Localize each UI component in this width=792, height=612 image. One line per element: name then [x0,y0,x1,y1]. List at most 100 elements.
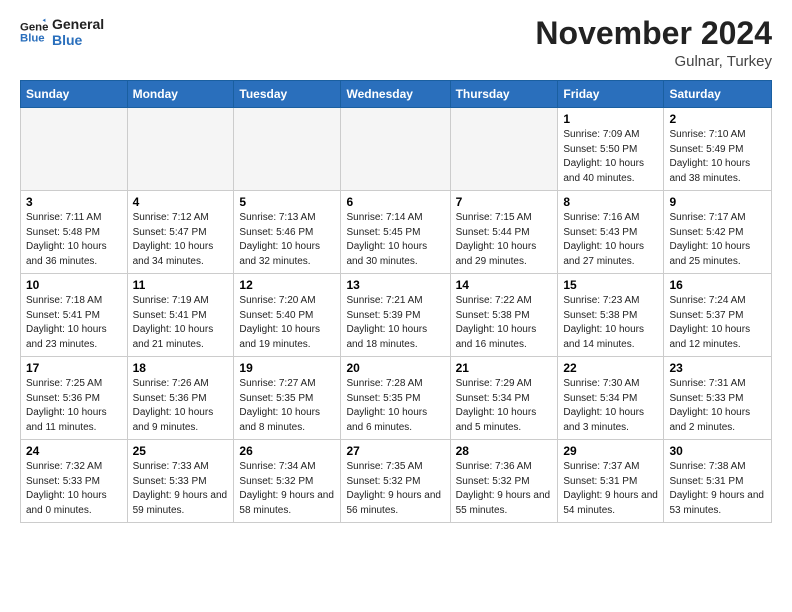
logo: General Blue General Blue [20,16,104,48]
title-block: November 2024 Gulnar, Turkey [535,16,772,70]
day-number: 24 [26,444,122,458]
day-number: 12 [239,278,335,292]
table-row [234,108,341,191]
table-row: 28 Sunrise: 7:36 AMSunset: 5:32 PMDayligh… [450,440,558,523]
logo-icon: General Blue [20,18,48,46]
table-row: 30Sunrise: 7:38 AMSunset: 5:31 PMDayligh… [664,440,772,523]
table-row: 22Sunrise: 7:30 AMSunset: 5:34 PMDayligh… [558,357,664,440]
day-info: Sunrise: 7:25 AMSunset: 5:36 PMDaylight:… [26,377,122,435]
logo-line2: Blue [52,32,104,48]
day-number: 6 [346,195,444,209]
col-header-tuesday: Tuesday [234,81,341,108]
week-row-2: 3 Sunrise: 7:11 AMSunset: 5:48 PMDaylight… [21,191,772,274]
day-info: Sunrise: 7:21 AMSunset: 5:39 PMDaylight:… [346,294,444,352]
day-info: Sunrise: 7:27 AMSunset: 5:35 PMDaylight:… [239,377,335,435]
table-row: 24Sunrise: 7:32 AMSunset: 5:33 PMDayligh… [21,440,128,523]
table-row: 4Sunrise: 7:12 AMSunset: 5:47 PMDaylight… [127,191,234,274]
day-number: 21 [456,361,553,375]
table-row: 10 Sunrise: 7:18 AMSunset: 5:41 PMDayligh… [21,274,128,357]
day-number: 25 [133,444,229,458]
week-row-4: 17 Sunrise: 7:25 AMSunset: 5:36 PMDayligh… [21,357,772,440]
logo-line1: General [52,16,104,32]
table-row: 14Sunrise: 7:22 AMSunset: 5:38 PMDayligh… [450,274,558,357]
day-number: 10 [26,278,122,292]
table-row: 11Sunrise: 7:19 AMSunset: 5:41 PMDayligh… [127,274,234,357]
table-row: 17 Sunrise: 7:25 AMSunset: 5:36 PMDayligh… [21,357,128,440]
col-header-saturday: Saturday [664,81,772,108]
day-number: 28 [456,444,553,458]
day-info: Sunrise: 7:18 AMSunset: 5:41 PMDaylight:… [26,294,122,352]
week-row-3: 10 Sunrise: 7:18 AMSunset: 5:41 PMDayligh… [21,274,772,357]
day-number: 18 [133,361,229,375]
col-header-friday: Friday [558,81,664,108]
table-row: 29 Sunrise: 7:37 AMSunset: 5:31 PMDayligh… [558,440,664,523]
day-info: Sunrise: 7:10 AMSunset: 5:49 PMDaylight:… [669,128,766,186]
table-row: 13 Sunrise: 7:21 AMSunset: 5:39 PMDayligh… [341,274,450,357]
day-number: 29 [563,444,658,458]
day-info: Sunrise: 7:34 AMSunset: 5:32 PMDaylight:… [239,460,335,518]
day-number: 23 [669,361,766,375]
table-row: 15Sunrise: 7:23 AMSunset: 5:38 PMDayligh… [558,274,664,357]
table-row: 5Sunrise: 7:13 AMSunset: 5:46 PMDaylight… [234,191,341,274]
table-row: 3 Sunrise: 7:11 AMSunset: 5:48 PMDaylight… [21,191,128,274]
day-info: Sunrise: 7:09 AMSunset: 5:50 PMDaylight:… [563,128,658,186]
day-number: 1 [563,112,658,126]
svg-text:Blue: Blue [20,33,45,45]
day-info: Sunrise: 7:26 AMSunset: 5:36 PMDaylight:… [133,377,229,435]
week-row-5: 24Sunrise: 7:32 AMSunset: 5:33 PMDayligh… [21,440,772,523]
calendar-table: SundayMondayTuesdayWednesdayThursdayFrid… [20,80,772,523]
day-info: Sunrise: 7:11 AMSunset: 5:48 PMDaylight:… [26,211,122,269]
day-number: 11 [133,278,229,292]
table-row: 2 Sunrise: 7:10 AMSunset: 5:49 PMDaylight… [664,108,772,191]
week-row-1: 1 Sunrise: 7:09 AMSunset: 5:50 PMDaylight… [21,108,772,191]
day-info: Sunrise: 7:29 AMSunset: 5:34 PMDaylight:… [456,377,553,435]
day-number: 9 [669,195,766,209]
table-row: 16Sunrise: 7:24 AMSunset: 5:37 PMDayligh… [664,274,772,357]
day-info: Sunrise: 7:12 AMSunset: 5:47 PMDaylight:… [133,211,229,269]
svg-text:General: General [20,21,48,33]
day-info: Sunrise: 7:15 AMSunset: 5:44 PMDaylight:… [456,211,553,269]
day-number: 19 [239,361,335,375]
day-info: Sunrise: 7:17 AMSunset: 5:42 PMDaylight:… [669,211,766,269]
day-number: 22 [563,361,658,375]
day-number: 2 [669,112,766,126]
day-info: Sunrise: 7:16 AMSunset: 5:43 PMDaylight:… [563,211,658,269]
day-info: Sunrise: 7:23 AMSunset: 5:38 PMDaylight:… [563,294,658,352]
day-info: Sunrise: 7:36 AMSunset: 5:32 PMDaylight:… [456,460,553,518]
table-row: 26Sunrise: 7:34 AMSunset: 5:32 PMDayligh… [234,440,341,523]
table-row: 27 Sunrise: 7:35 AMSunset: 5:32 PMDayligh… [341,440,450,523]
day-number: 17 [26,361,122,375]
table-row: 1 Sunrise: 7:09 AMSunset: 5:50 PMDaylight… [558,108,664,191]
day-number: 30 [669,444,766,458]
page: General Blue General Blue November 2024 … [0,0,792,539]
table-row: 20 Sunrise: 7:28 AMSunset: 5:35 PMDayligh… [341,357,450,440]
day-info: Sunrise: 7:14 AMSunset: 5:45 PMDaylight:… [346,211,444,269]
col-header-monday: Monday [127,81,234,108]
day-number: 20 [346,361,444,375]
day-number: 8 [563,195,658,209]
day-number: 13 [346,278,444,292]
table-row [450,108,558,191]
day-info: Sunrise: 7:31 AMSunset: 5:33 PMDaylight:… [669,377,766,435]
day-number: 7 [456,195,553,209]
day-info: Sunrise: 7:20 AMSunset: 5:40 PMDaylight:… [239,294,335,352]
day-number: 16 [669,278,766,292]
day-number: 3 [26,195,122,209]
day-info: Sunrise: 7:37 AMSunset: 5:31 PMDaylight:… [563,460,658,518]
table-row [127,108,234,191]
day-info: Sunrise: 7:22 AMSunset: 5:38 PMDaylight:… [456,294,553,352]
table-row [21,108,128,191]
day-number: 27 [346,444,444,458]
table-row: 25Sunrise: 7:33 AMSunset: 5:33 PMDayligh… [127,440,234,523]
day-number: 5 [239,195,335,209]
table-row [341,108,450,191]
table-row: 8 Sunrise: 7:16 AMSunset: 5:43 PMDaylight… [558,191,664,274]
location: Gulnar, Turkey [535,53,772,70]
table-row: 19 Sunrise: 7:27 AMSunset: 5:35 PMDayligh… [234,357,341,440]
day-info: Sunrise: 7:28 AMSunset: 5:35 PMDaylight:… [346,377,444,435]
calendar-header-row: SundayMondayTuesdayWednesdayThursdayFrid… [21,81,772,108]
col-header-sunday: Sunday [21,81,128,108]
day-info: Sunrise: 7:35 AMSunset: 5:32 PMDaylight:… [346,460,444,518]
col-header-thursday: Thursday [450,81,558,108]
table-row: 12 Sunrise: 7:20 AMSunset: 5:40 PMDayligh… [234,274,341,357]
